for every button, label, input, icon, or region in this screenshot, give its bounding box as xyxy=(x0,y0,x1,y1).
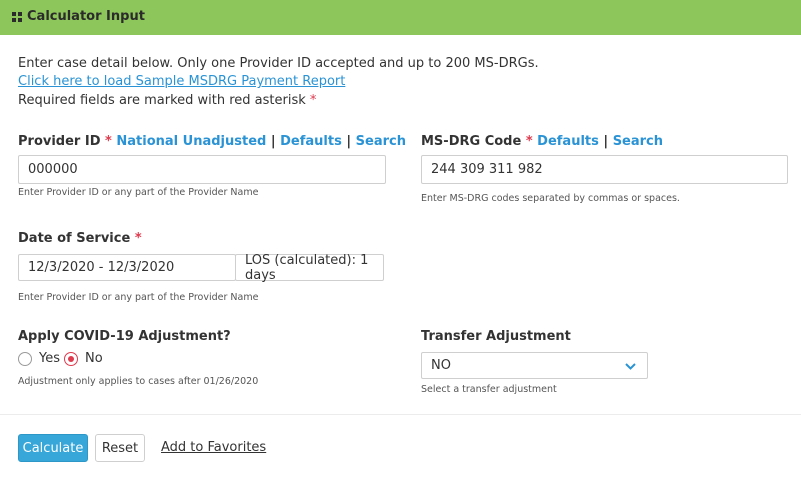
chevron-down-icon xyxy=(625,363,636,370)
msdrg-defaults-link[interactable]: Defaults xyxy=(537,134,599,149)
msdrg-code-label-text: MS-DRG Code xyxy=(421,134,522,149)
msdrg-code-label: MS-DRG Code * Defaults | Search xyxy=(421,134,663,149)
sample-report-link[interactable]: Click here to load Sample MSDRG Payment … xyxy=(18,74,345,89)
date-of-service-label: Date of Service * xyxy=(18,231,142,246)
panel-header: Calculator Input xyxy=(0,0,801,35)
transfer-adjustment-label: Transfer Adjustment xyxy=(421,329,571,344)
covid-no-radio[interactable] xyxy=(64,352,78,366)
add-to-favorites-link[interactable]: Add to Favorites xyxy=(161,440,266,455)
provider-defaults-link[interactable]: Defaults xyxy=(280,134,342,149)
msdrg-code-input[interactable]: 244 309 311 982 xyxy=(421,155,788,184)
covid-no-label[interactable]: No xyxy=(85,351,103,366)
provider-search-link[interactable]: Search xyxy=(356,134,406,149)
date-of-service-hint: Enter Provider ID or any part of the Pro… xyxy=(18,292,259,303)
calculate-button[interactable]: Calculate xyxy=(18,434,88,462)
grid-icon xyxy=(12,12,22,22)
covid-yes-label[interactable]: Yes xyxy=(39,351,60,366)
covid-adjustment-hint: Adjustment only applies to cases after 0… xyxy=(18,376,259,387)
national-unadjusted-link[interactable]: National Unadjusted xyxy=(116,134,266,149)
date-of-service-label-text: Date of Service xyxy=(18,231,131,246)
link-separator: | xyxy=(270,134,276,149)
date-range-input[interactable]: 12/3/2020 - 12/3/2020 xyxy=(18,254,236,281)
transfer-adjustment-value: NO xyxy=(431,358,451,373)
required-asterisk: * xyxy=(134,231,142,246)
provider-id-hint: Enter Provider ID or any part of the Pro… xyxy=(18,187,259,198)
transfer-adjustment-hint: Select a transfer adjustment xyxy=(421,384,557,395)
required-note: Required fields are marked with red aste… xyxy=(18,93,316,108)
transfer-adjustment-select[interactable]: NO xyxy=(421,352,648,379)
required-asterisk: * xyxy=(309,93,317,108)
divider xyxy=(0,414,801,415)
provider-id-label-text: Provider ID xyxy=(18,134,101,149)
reset-button[interactable]: Reset xyxy=(95,434,145,462)
msdrg-code-hint: Enter MS-DRG codes separated by commas o… xyxy=(421,193,680,204)
required-asterisk: * xyxy=(525,134,533,149)
provider-id-input[interactable]: 000000 xyxy=(18,155,386,184)
covid-adjustment-label: Apply COVID-19 Adjustment? xyxy=(18,329,231,344)
covid-yes-radio[interactable] xyxy=(18,352,32,366)
required-asterisk: * xyxy=(105,134,112,149)
panel-title: Calculator Input xyxy=(27,9,145,24)
required-note-text: Required fields are marked with red aste… xyxy=(18,93,306,108)
intro-text: Enter case detail below. Only one Provid… xyxy=(18,56,539,71)
link-separator: | xyxy=(603,134,609,149)
los-calculated-field: LOS (calculated): 1 days xyxy=(235,253,384,283)
link-separator: | xyxy=(346,134,352,149)
msdrg-search-link[interactable]: Search xyxy=(613,134,663,149)
provider-id-label: Provider ID * National Unadjusted | Defa… xyxy=(18,134,406,149)
